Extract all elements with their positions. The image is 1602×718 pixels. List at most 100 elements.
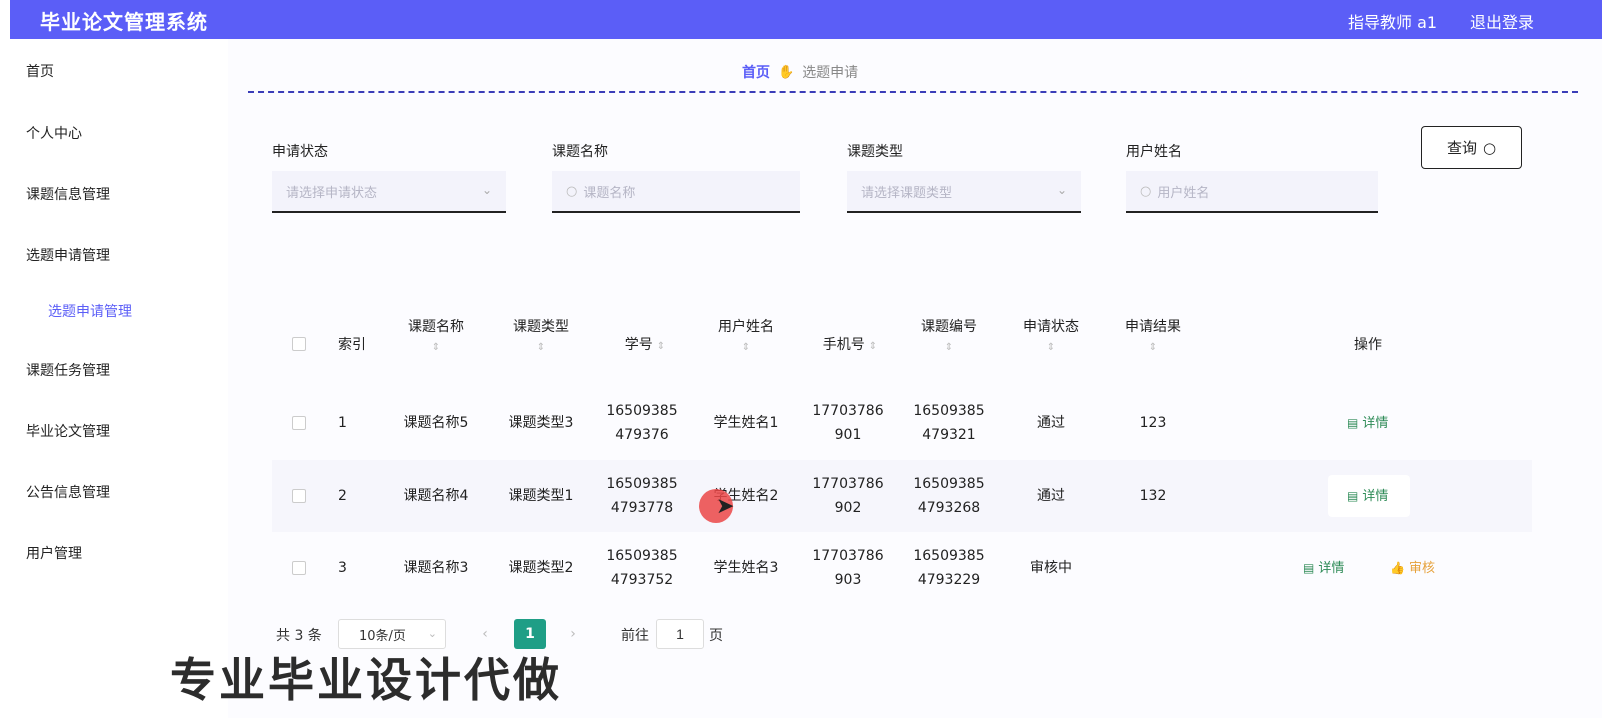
- sidebar-item-personal-center[interactable]: 个人中心: [26, 123, 82, 143]
- header-code[interactable]: 课题编号 ⇕: [913, 318, 985, 354]
- row-student-no-line1: 16509385: [606, 403, 678, 419]
- row-topic-code: 16509385 4793229: [909, 544, 989, 592]
- goto-page-input[interactable]: [656, 619, 704, 649]
- next-page-button[interactable]: ›: [560, 621, 586, 647]
- filter-type-placeholder: 请选择课题类型: [861, 185, 953, 201]
- detail-button[interactable]: ▤ 详情: [1347, 485, 1388, 504]
- row-phone-line2: 902: [834, 500, 862, 516]
- logout-button[interactable]: 退出登录: [1470, 9, 1534, 33]
- sidebar-item-announcement[interactable]: 公告信息管理: [26, 482, 110, 502]
- header-type[interactable]: 课题类型 ⇕: [505, 318, 577, 354]
- filter-status-select[interactable]: 请选择申请状态 ⌄: [272, 171, 506, 213]
- row-topic-code: 16509385 4793268: [909, 472, 989, 520]
- row-student-no: 16509385 479376: [602, 399, 682, 447]
- chevron-down-icon: ⌄: [1056, 183, 1067, 197]
- sort-icon[interactable]: ⇕: [657, 341, 665, 352]
- row-checkbox[interactable]: [292, 489, 306, 503]
- row-status: 通过: [1037, 488, 1065, 504]
- header-index-label: 索引: [338, 337, 366, 353]
- row-phone-line1: 17703786: [812, 548, 884, 564]
- header-user-name[interactable]: 用户姓名 ⇕: [710, 318, 782, 354]
- goto-suffix: 页: [709, 628, 723, 644]
- filter-user-label: 用户姓名: [1126, 144, 1182, 160]
- application-table: 索引 课题名称 ⇕ 课题类型 ⇕ 学号 ⇕ 用户姓名 ⇕ 手机号 ⇕ 课题编号 ⇕ 申请状态…: [272, 309, 1532, 609]
- filter-status-placeholder: 请选择申请状态: [286, 185, 378, 201]
- header-actions: 操作: [1336, 336, 1400, 354]
- row-student-no-line2: 479376: [615, 427, 669, 443]
- row-result: 123: [1139, 415, 1167, 431]
- header-phone[interactable]: 手机号 ⇕: [810, 336, 890, 356]
- row-topic-type: 课题类型1: [508, 488, 574, 504]
- sort-icon[interactable]: ⇕: [400, 342, 472, 354]
- thumbs-up-icon: 👍: [1390, 561, 1405, 575]
- breadcrumb-home[interactable]: 首页: [742, 62, 770, 82]
- document-icon: ▤: [1347, 416, 1359, 430]
- current-user: 指导教师 a1: [1348, 13, 1438, 32]
- breadcrumb-separator-icon: ✋: [778, 64, 795, 80]
- header-code-label: 课题编号: [921, 319, 977, 335]
- sort-icon[interactable]: ⇕: [869, 341, 877, 352]
- sidebar-item-topic-task[interactable]: 课题任务管理: [26, 360, 110, 380]
- sort-icon[interactable]: ⇕: [1015, 342, 1087, 354]
- query-button[interactable]: 查询 ○: [1421, 126, 1522, 169]
- row-user-name: 学生姓名1: [713, 415, 779, 431]
- header-name[interactable]: 课题名称 ⇕: [400, 318, 472, 354]
- sidebar-item-thesis[interactable]: 毕业论文管理: [26, 421, 110, 441]
- app-root: 毕业论文管理系统 指导教师 a1 退出登录 首页 个人中心 课题信息管理 选题申…: [0, 0, 1602, 718]
- query-button-label: 查询: [1446, 139, 1477, 157]
- filter-user-input[interactable]: ○ 用户姓名: [1126, 171, 1378, 213]
- header-student-no[interactable]: 学号 ⇕: [610, 336, 680, 356]
- detail-button[interactable]: ▤ 详情: [1347, 412, 1388, 431]
- detail-button-label: 详情: [1362, 416, 1389, 431]
- sidebar-subitem-topic-application[interactable]: 选题申请管理: [48, 301, 132, 321]
- header-actions-label: 操作: [1354, 337, 1382, 353]
- audit-button[interactable]: 👍 审核: [1390, 557, 1435, 576]
- detail-button-label: 详情: [1318, 561, 1345, 576]
- row-phone: 17703786 903: [808, 544, 888, 592]
- header-result[interactable]: 申请结果 ⇕: [1117, 318, 1189, 354]
- sidebar-item-topic-info[interactable]: 课题信息管理: [26, 184, 110, 204]
- sidebar: 首页 个人中心 课题信息管理 选题申请管理 选题申请管理 课题任务管理 毕业论文…: [0, 39, 228, 718]
- row-checkbox[interactable]: [292, 416, 306, 430]
- row-index: 2: [338, 488, 347, 504]
- watermark-caption: 专业毕业设计代做: [170, 653, 562, 707]
- sidebar-item-home[interactable]: 首页: [26, 61, 54, 81]
- filter-name-label: 课题名称: [552, 144, 608, 160]
- sort-icon[interactable]: ⇕: [710, 342, 782, 354]
- header-phone-label: 手机号: [822, 337, 865, 353]
- header-status-label: 申请状态: [1023, 319, 1079, 335]
- row-checkbox[interactable]: [292, 561, 306, 575]
- row-user-name: 学生姓名3: [713, 560, 779, 576]
- filter-type-label: 课题类型: [847, 144, 903, 160]
- detail-button-label: 详情: [1362, 489, 1389, 504]
- audit-button-label: 审核: [1408, 561, 1435, 576]
- row-phone: 17703786 901: [808, 399, 888, 447]
- row-phone-line1: 17703786: [812, 476, 884, 492]
- filter-type-select[interactable]: 请选择课题类型 ⌄: [847, 171, 1081, 213]
- row-topic-name: 课题名称3: [403, 560, 469, 576]
- pagination-total: 共 3 条: [276, 628, 322, 644]
- sort-icon[interactable]: ⇕: [1117, 342, 1189, 354]
- select-all-checkbox[interactable]: [292, 337, 306, 351]
- row-topic-code-line1: 16509385: [913, 476, 985, 492]
- header-status[interactable]: 申请状态 ⇕: [1015, 318, 1087, 354]
- row-topic-name: 课题名称5: [403, 415, 469, 431]
- chevron-down-icon: ⌄: [481, 183, 492, 197]
- header-user-name-label: 用户姓名: [718, 319, 774, 335]
- document-icon: ▤: [1347, 489, 1359, 503]
- row-phone-line2: 903: [834, 572, 862, 588]
- sidebar-item-topic-application[interactable]: 选题申请管理: [26, 245, 110, 265]
- detail-button[interactable]: ▤ 详情: [1303, 557, 1344, 576]
- top-header: 毕业论文管理系统 指导教师 a1 退出登录: [10, 0, 1602, 39]
- sidebar-item-users[interactable]: 用户管理: [26, 543, 82, 563]
- row-phone-line2: 901: [834, 427, 862, 443]
- filter-name-input[interactable]: ○ 课题名称: [552, 171, 800, 213]
- row-topic-code-line2: 4793229: [917, 572, 981, 588]
- row-topic-type: 课题类型3: [508, 415, 574, 431]
- row-topic-code-line1: 16509385: [913, 403, 985, 419]
- row-result: 132: [1139, 488, 1167, 504]
- sort-icon[interactable]: ⇕: [505, 342, 577, 354]
- chevron-down-icon: ⌄: [427, 627, 437, 640]
- breadcrumb-current: 选题申请: [802, 65, 859, 81]
- sort-icon[interactable]: ⇕: [913, 342, 985, 354]
